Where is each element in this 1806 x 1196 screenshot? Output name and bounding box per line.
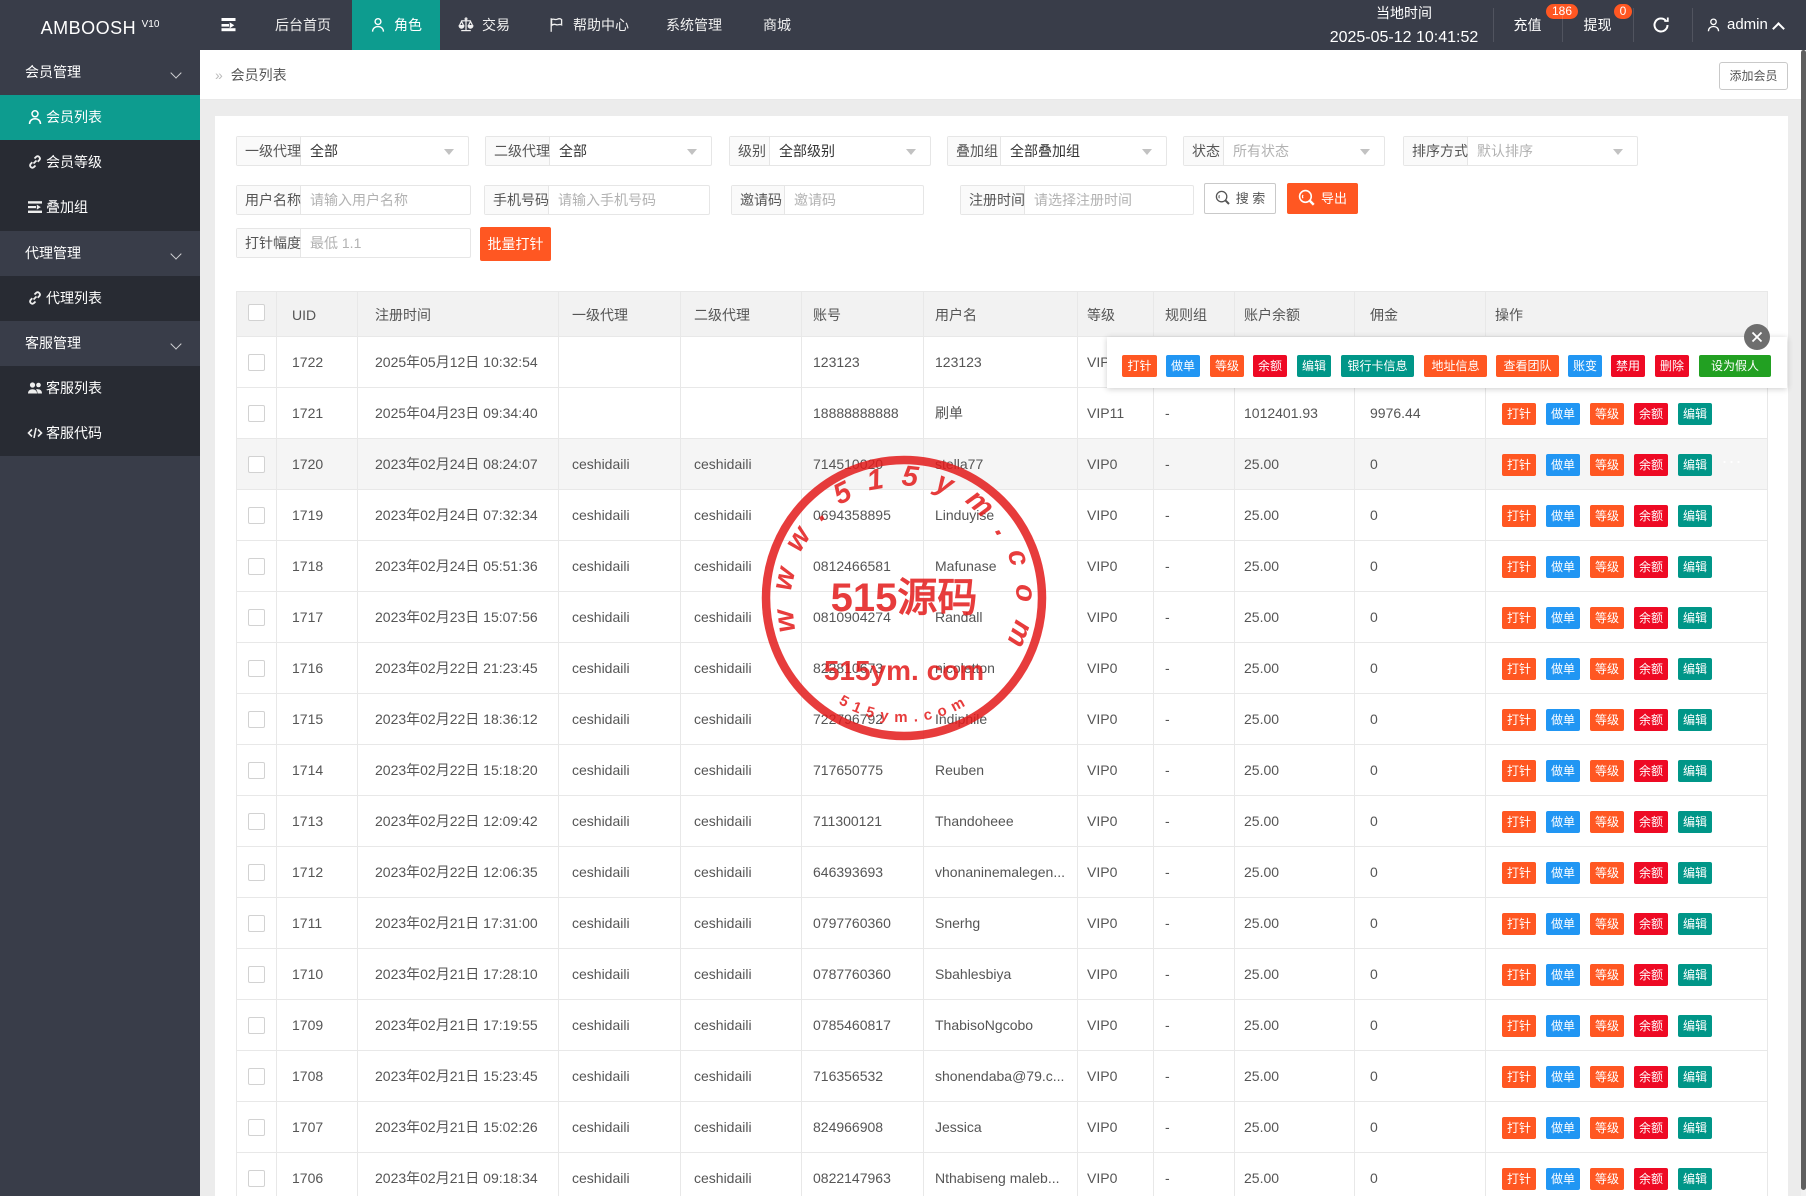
svg-text:www.515ym.com: www.515ym.com [766,460,1042,667]
svg-text:515ym. com: 515ym. com [824,655,984,686]
svg-text:515源码: 515源码 [831,576,978,620]
svg-text:515ym.com: 515ym.com [836,691,973,726]
